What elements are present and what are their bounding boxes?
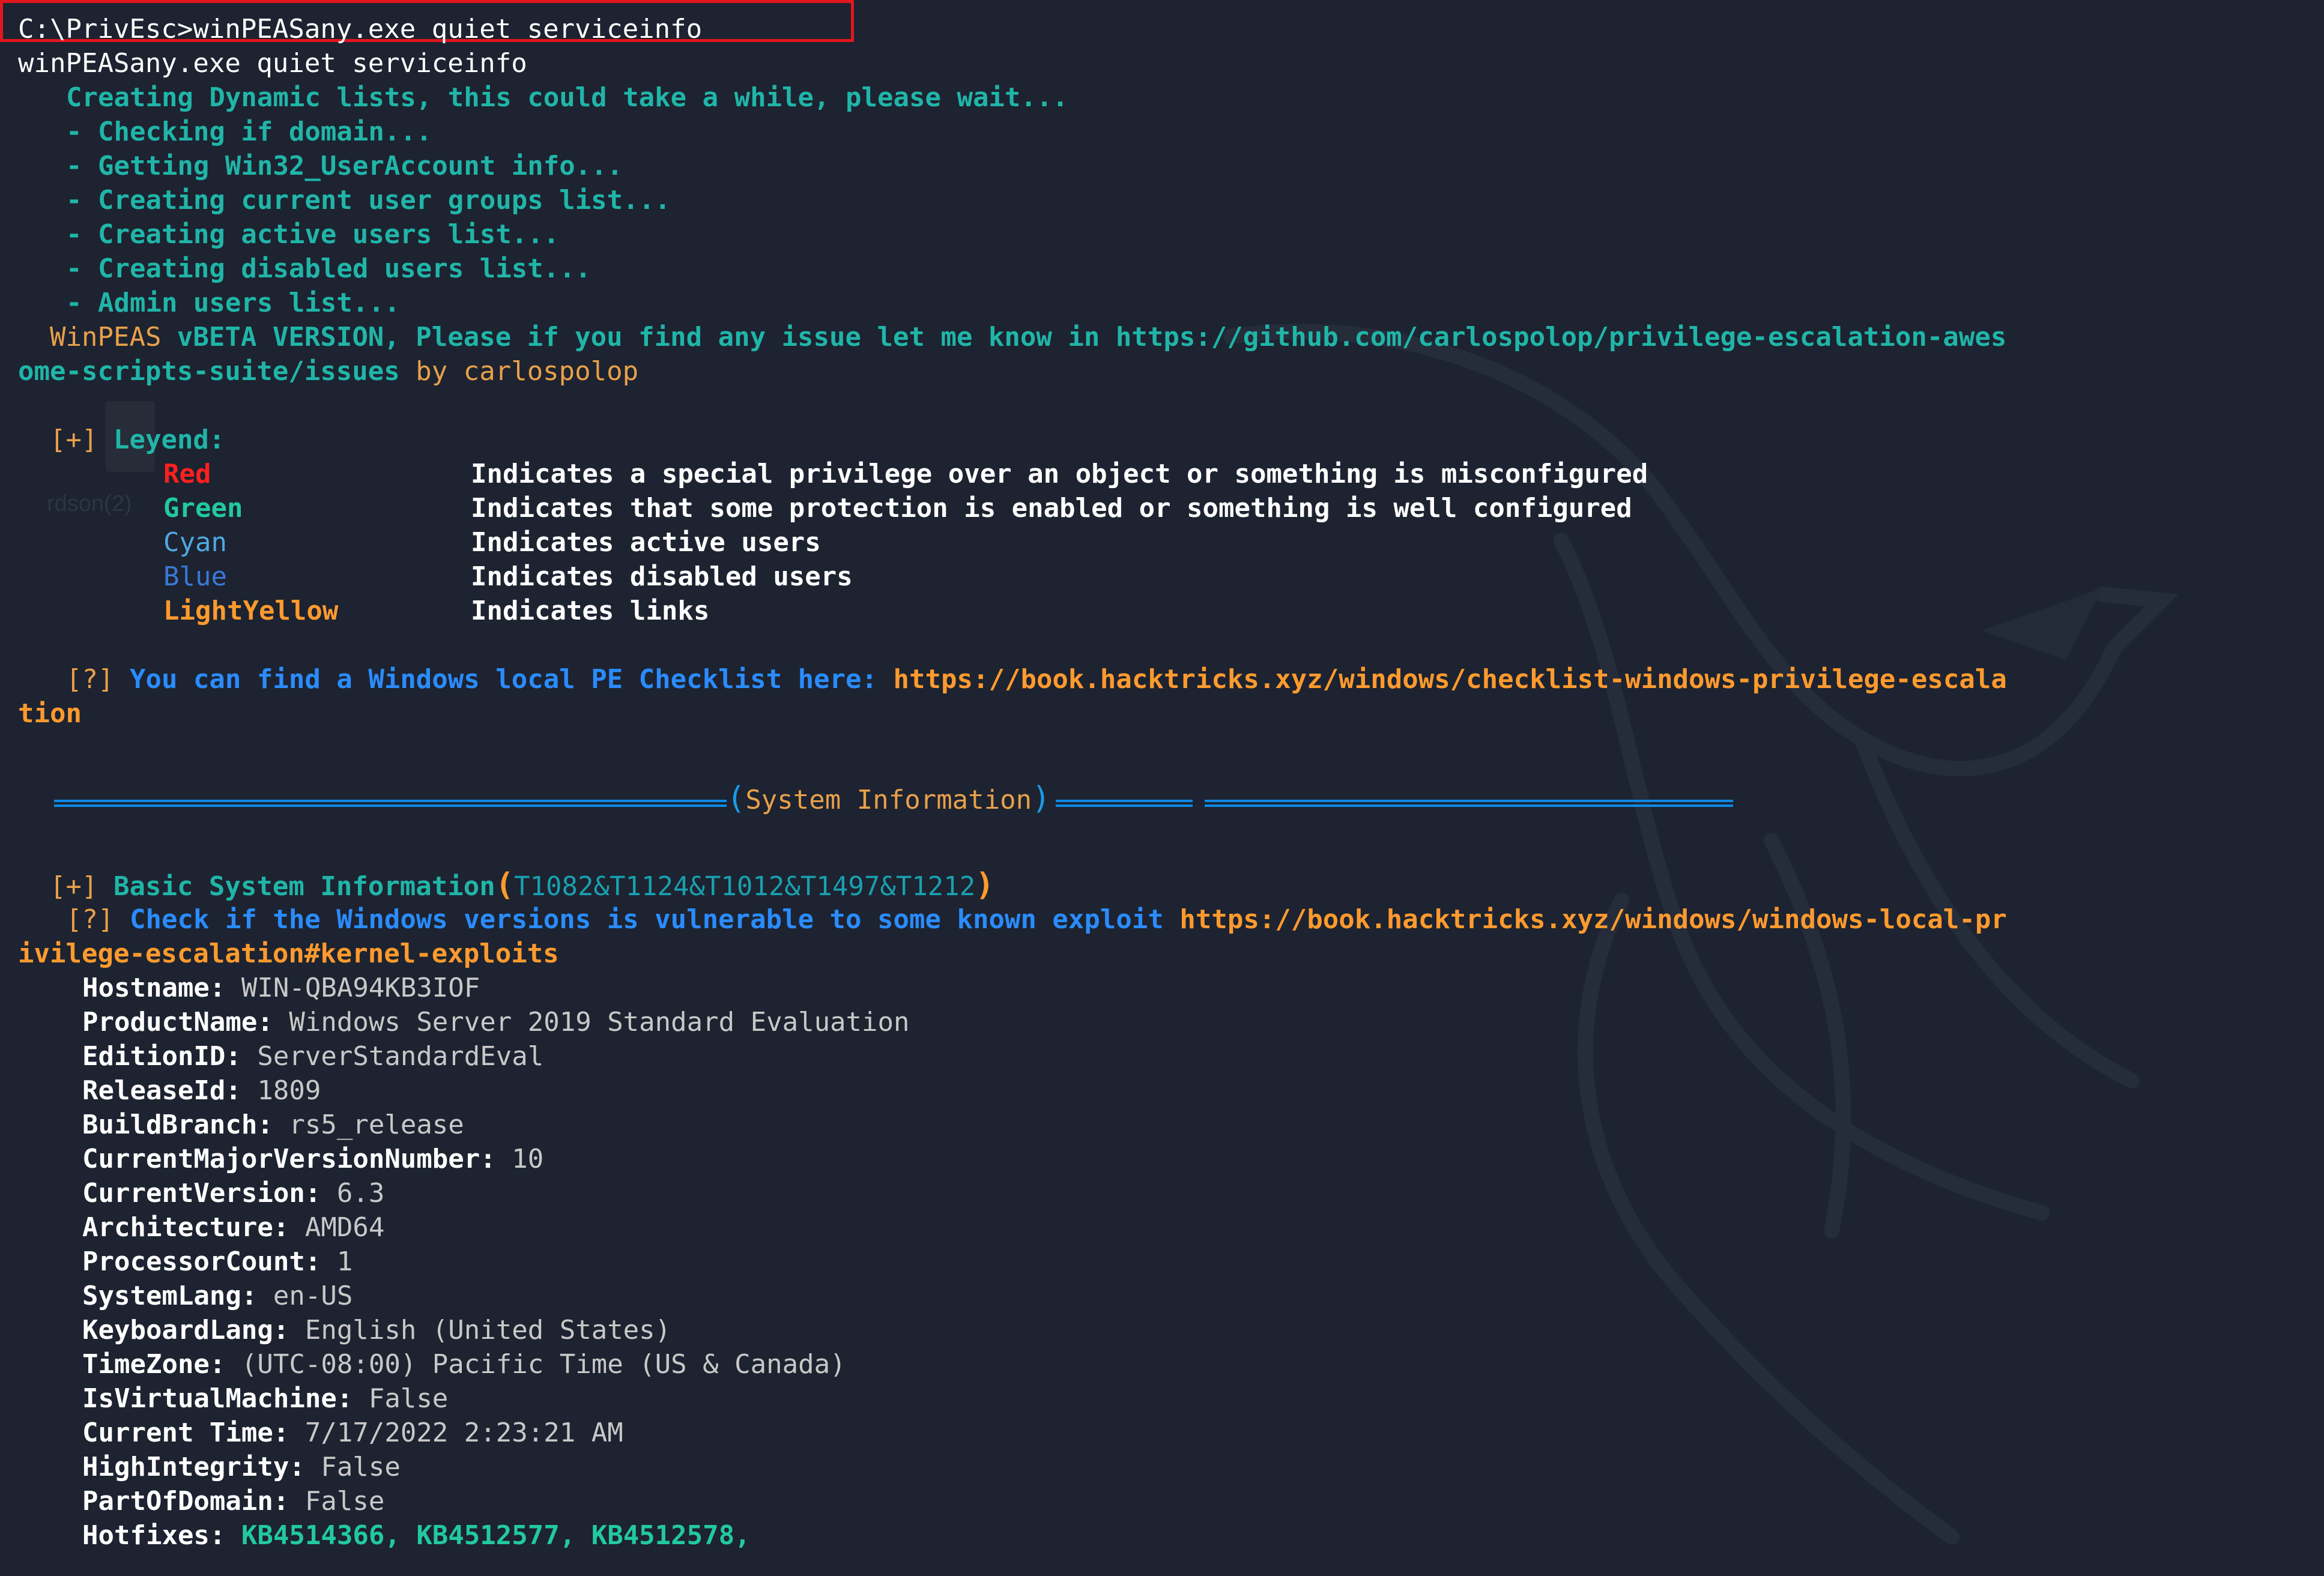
sysinfo-row: SystemLang: en-US [82, 1281, 353, 1311]
banner-line-cont: ome-scripts-suite/issues by carlospolop [18, 354, 638, 388]
basic-info-header: [+] Basic System Information(T1082&T1124… [50, 867, 994, 903]
legend-item-blue: Blue Indicates disabled users [163, 561, 853, 592]
section-separator-mid [1056, 800, 1193, 807]
checklist-line-cont: tion [18, 696, 82, 731]
section-separator-left [54, 800, 727, 807]
sysinfo-row: KeyboardLang: English (United States) [82, 1315, 671, 1345]
issues-link[interactable]: ome-scripts-suite/issues [18, 356, 400, 387]
legend-item-red: Red Indicates a special privilege over an… [163, 459, 1648, 489]
sysinfo-row: ProcessorCount: 1 [82, 1246, 353, 1277]
section-title-text: System Information [745, 785, 1032, 815]
sysinfo-row: CurrentVersion: 6.3 [82, 1178, 385, 1209]
sysinfo-row: IsVirtualMachine: False [82, 1383, 449, 1414]
checklist-link[interactable]: https://book.hacktricks.xyz/windows/chec… [894, 664, 2007, 695]
init-step: - Creating disabled users list... [66, 253, 592, 284]
command-text: C:\PrivEsc>winPEASany.exe quiet servicei… [18, 14, 703, 44]
section-title: (System Information) [727, 780, 1051, 817]
section-separator-right [1205, 800, 1733, 807]
hotfixes-row: Hotfixes: KB4514366, KB4512577, KB451257… [82, 1520, 751, 1551]
sysinfo-row: Architecture: AMD64 [82, 1212, 385, 1243]
init-step: - Getting Win32_UserAccount info... [66, 151, 623, 181]
sysinfo-row: ReleaseId: 1809 [82, 1075, 321, 1106]
legend-item-lightyellow: LightYellow Indicates links [163, 596, 710, 626]
sysinfo-row: EditionID: ServerStandardEval [82, 1041, 544, 1072]
sysinfo-row: TimeZone: (UTC-08:00) Pacific Time (US &… [82, 1349, 846, 1380]
banner-line: WinPEAS vBETA VERSION, Please if you fin… [50, 320, 2006, 354]
init-message: Creating Dynamic lists, this could take … [66, 82, 1068, 113]
legend-header: [+] Leyend: [50, 424, 225, 455]
kernel-exploits-link-cont[interactable]: ivilege-escalation#kernel-exploits [18, 938, 559, 969]
background-window-text: rdson(2) [47, 491, 132, 516]
hotfixes-list: KB4514366, KB4512577, KB4512578, [241, 1520, 751, 1551]
sysinfo-row: HighIntegrity: False [82, 1452, 401, 1482]
terminal-window[interactable]: rdson(2) C:\PrivEsc>winPEASany.exe quiet… [0, 0, 2324, 1576]
init-step: - Checking if domain... [66, 116, 432, 147]
kernel-check-line: [?] Check if the Windows versions is vul… [66, 904, 2007, 935]
legend-item-cyan: Cyan Indicates active users [163, 527, 821, 558]
legend-item-green: Green Indicates that some protection is e… [163, 493, 1632, 524]
kernel-exploits-link[interactable]: https://book.hacktricks.xyz/windows/wind… [1179, 904, 2007, 935]
legend-title: Leyend: [113, 424, 225, 455]
sysinfo-row: CurrentMajorVersionNumber: 10 [82, 1144, 544, 1174]
sysinfo-row: PartOfDomain: False [82, 1486, 385, 1517]
sysinfo-row: ProductName: Windows Server 2019 Standar… [82, 1007, 910, 1037]
checklist-link-cont[interactable]: tion [18, 698, 82, 729]
init-step: - Creating active users list... [66, 219, 560, 250]
sysinfo-row: BuildBranch: rs5_release [82, 1110, 464, 1140]
init-step: - Admin users list... [66, 288, 401, 318]
banner-author: by carlospolop [399, 356, 639, 387]
sysinfo-row: Current Time: 7/17/2022 2:23:21 AM [82, 1417, 623, 1448]
command-line[interactable]: C:\PrivEsc>winPEASany.exe quiet servicei… [18, 12, 702, 46]
kernel-check-line-cont: ivilege-escalation#kernel-exploits [18, 937, 559, 971]
command-echo: winPEASany.exe quiet serviceinfo [18, 48, 527, 79]
sysinfo-row: Hostname: WIN-QBA94KB3IOF [82, 973, 480, 1003]
checklist-line: [?] You can find a Windows local PE Chec… [66, 664, 2007, 695]
init-step: - Creating current user groups list... [66, 185, 671, 216]
winpeas-name: WinPEAS [50, 322, 162, 352]
mitre-tags: T1082&T1124&T1012&T1497&T1212 [514, 871, 976, 902]
banner-version: vBETA VERSION, Please if you find any is… [161, 322, 2007, 352]
